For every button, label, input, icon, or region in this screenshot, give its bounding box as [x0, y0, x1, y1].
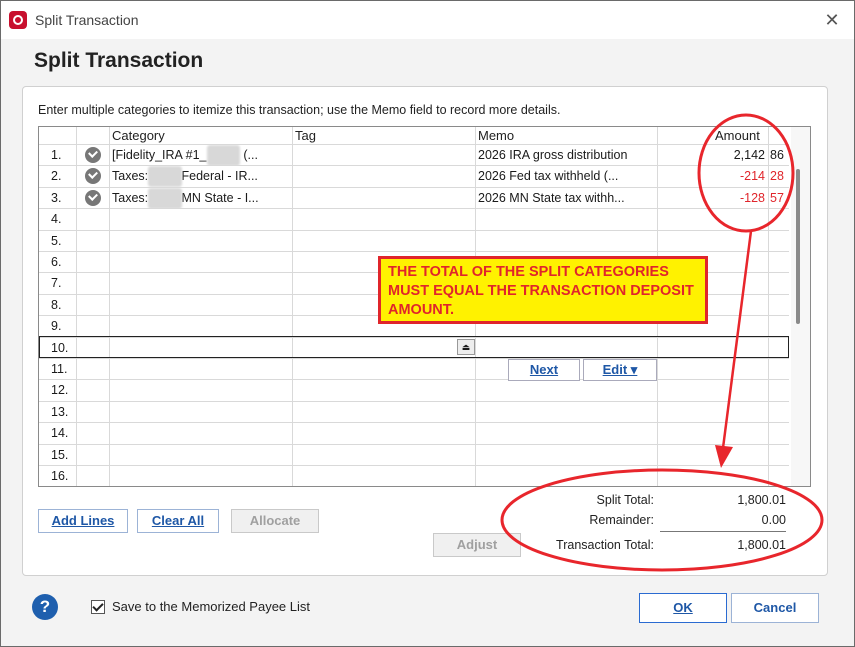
row-number: 15. — [51, 447, 69, 462]
row-number: 8. — [51, 297, 62, 312]
table-row[interactable]: 14. — [39, 422, 789, 444]
table-row[interactable]: 16. — [39, 465, 789, 486]
close-icon[interactable]: ✕ — [820, 9, 844, 31]
redacted-name: Glenn — [206, 145, 240, 166]
memo-cell[interactable]: 2026 Fed tax withheld (... — [478, 166, 656, 187]
memorize-checkbox[interactable] — [91, 600, 105, 614]
next-button[interactable]: Next — [508, 359, 580, 381]
row-number: 5. — [51, 233, 62, 248]
instructions-text: Enter multiple categories to itemize thi… — [38, 103, 561, 117]
memorize-label[interactable]: Save to the Memorized Payee List — [112, 599, 310, 614]
category-cell[interactable]: [Fidelity_IRA #1_Glenn (... — [112, 145, 290, 166]
tag-dropdown-icon[interactable]: ⏏ — [457, 339, 475, 355]
header-amount[interactable]: Amount — [715, 127, 760, 144]
row-number: 14. — [51, 426, 69, 441]
amount-cents-cell[interactable]: 86 — [770, 145, 788, 166]
split-total-label: Split Total: — [596, 493, 654, 507]
category-cell[interactable]: Taxes:GlennFederal - IR... — [112, 166, 290, 188]
cleared-check-icon[interactable] — [85, 168, 101, 185]
row-number: 4. — [51, 212, 62, 227]
active-row-editor[interactable]: ⏏ — [39, 336, 789, 358]
table-row[interactable]: 4. — [39, 208, 789, 230]
memo-cell[interactable]: 2026 IRA gross distribution — [478, 145, 656, 166]
window-title: Split Transaction — [35, 12, 139, 28]
table-row[interactable]: 15. — [39, 443, 789, 466]
header-tag[interactable]: Tag — [295, 127, 316, 144]
transaction-total-label: Transaction Total: — [556, 538, 654, 552]
row-number: 13. — [51, 404, 69, 419]
row-number: 7. — [51, 276, 62, 291]
totals-divider — [660, 531, 786, 532]
allocate-button[interactable]: Allocate — [231, 509, 319, 533]
row-number: 16. — [51, 469, 69, 483]
edit-menu-button[interactable]: Edit ▾ — [583, 359, 657, 381]
header-category[interactable]: Category — [112, 127, 165, 144]
quicken-logo-icon — [9, 11, 27, 29]
add-lines-button[interactable]: Add Lines — [38, 509, 128, 533]
amount-cell[interactable]: -128 — [679, 188, 765, 209]
row-number: 11. — [51, 362, 68, 376]
page-title: Split Transaction — [34, 49, 204, 72]
title-bar: Split Transaction ✕ — [1, 1, 854, 39]
row-number: 9. — [51, 319, 62, 334]
redacted-name: Glenn — [148, 166, 182, 188]
category-cell[interactable]: Taxes:GlennMN State - I... — [112, 187, 290, 209]
row-number: 3. — [51, 190, 62, 205]
row-number: 2. — [51, 169, 62, 184]
split-total-value: 1,800.01 — [737, 493, 786, 507]
amount-cell[interactable]: 2,142 — [679, 145, 765, 166]
cancel-button[interactable]: Cancel — [731, 593, 819, 623]
memo-cell[interactable]: 2026 MN State tax withh... — [478, 188, 656, 209]
table-row[interactable]: 1. [Fidelity_IRA #1_Glenn (... 2026 IRA gr… — [39, 144, 789, 166]
table-row[interactable]: 5. — [39, 229, 789, 252]
row-number: 6. — [51, 255, 62, 269]
scrollbar-thumb[interactable] — [796, 169, 800, 324]
amount-cell[interactable]: -214 — [679, 166, 765, 187]
amount-cents-cell[interactable]: 28 — [770, 166, 788, 187]
table-row[interactable]: 12. — [39, 379, 789, 401]
remainder-label: Remainder: — [589, 513, 654, 527]
amount-cents-cell[interactable]: 57 — [770, 188, 788, 209]
redacted-name: Glenn — [148, 187, 182, 209]
cleared-check-icon[interactable] — [85, 147, 101, 163]
ok-button[interactable]: OK — [639, 593, 727, 623]
vertical-scrollbar[interactable] — [791, 127, 810, 486]
transaction-total-value: 1,800.01 — [737, 538, 786, 552]
help-icon[interactable]: ? — [32, 594, 58, 620]
table-row[interactable]: 13. — [39, 400, 789, 423]
table-row[interactable]: 11. — [39, 358, 789, 380]
row-number: 12. — [51, 383, 69, 398]
header-memo[interactable]: Memo — [478, 127, 514, 144]
table-row[interactable]: 2. Taxes:GlennFederal - IR... 2026 Fed tax… — [39, 165, 789, 188]
remainder-value: 0.00 — [761, 513, 786, 527]
table-row[interactable]: 3. Taxes:GlennMN State - I... 2026 MN Stat… — [39, 186, 789, 209]
annotation-callout: THE TOTAL OF THE SPLIT CATEGORIES MUST E… — [378, 256, 708, 324]
row-number: 1. — [51, 148, 62, 162]
clear-all-button[interactable]: Clear All — [137, 509, 219, 533]
cleared-check-icon[interactable] — [85, 189, 101, 206]
